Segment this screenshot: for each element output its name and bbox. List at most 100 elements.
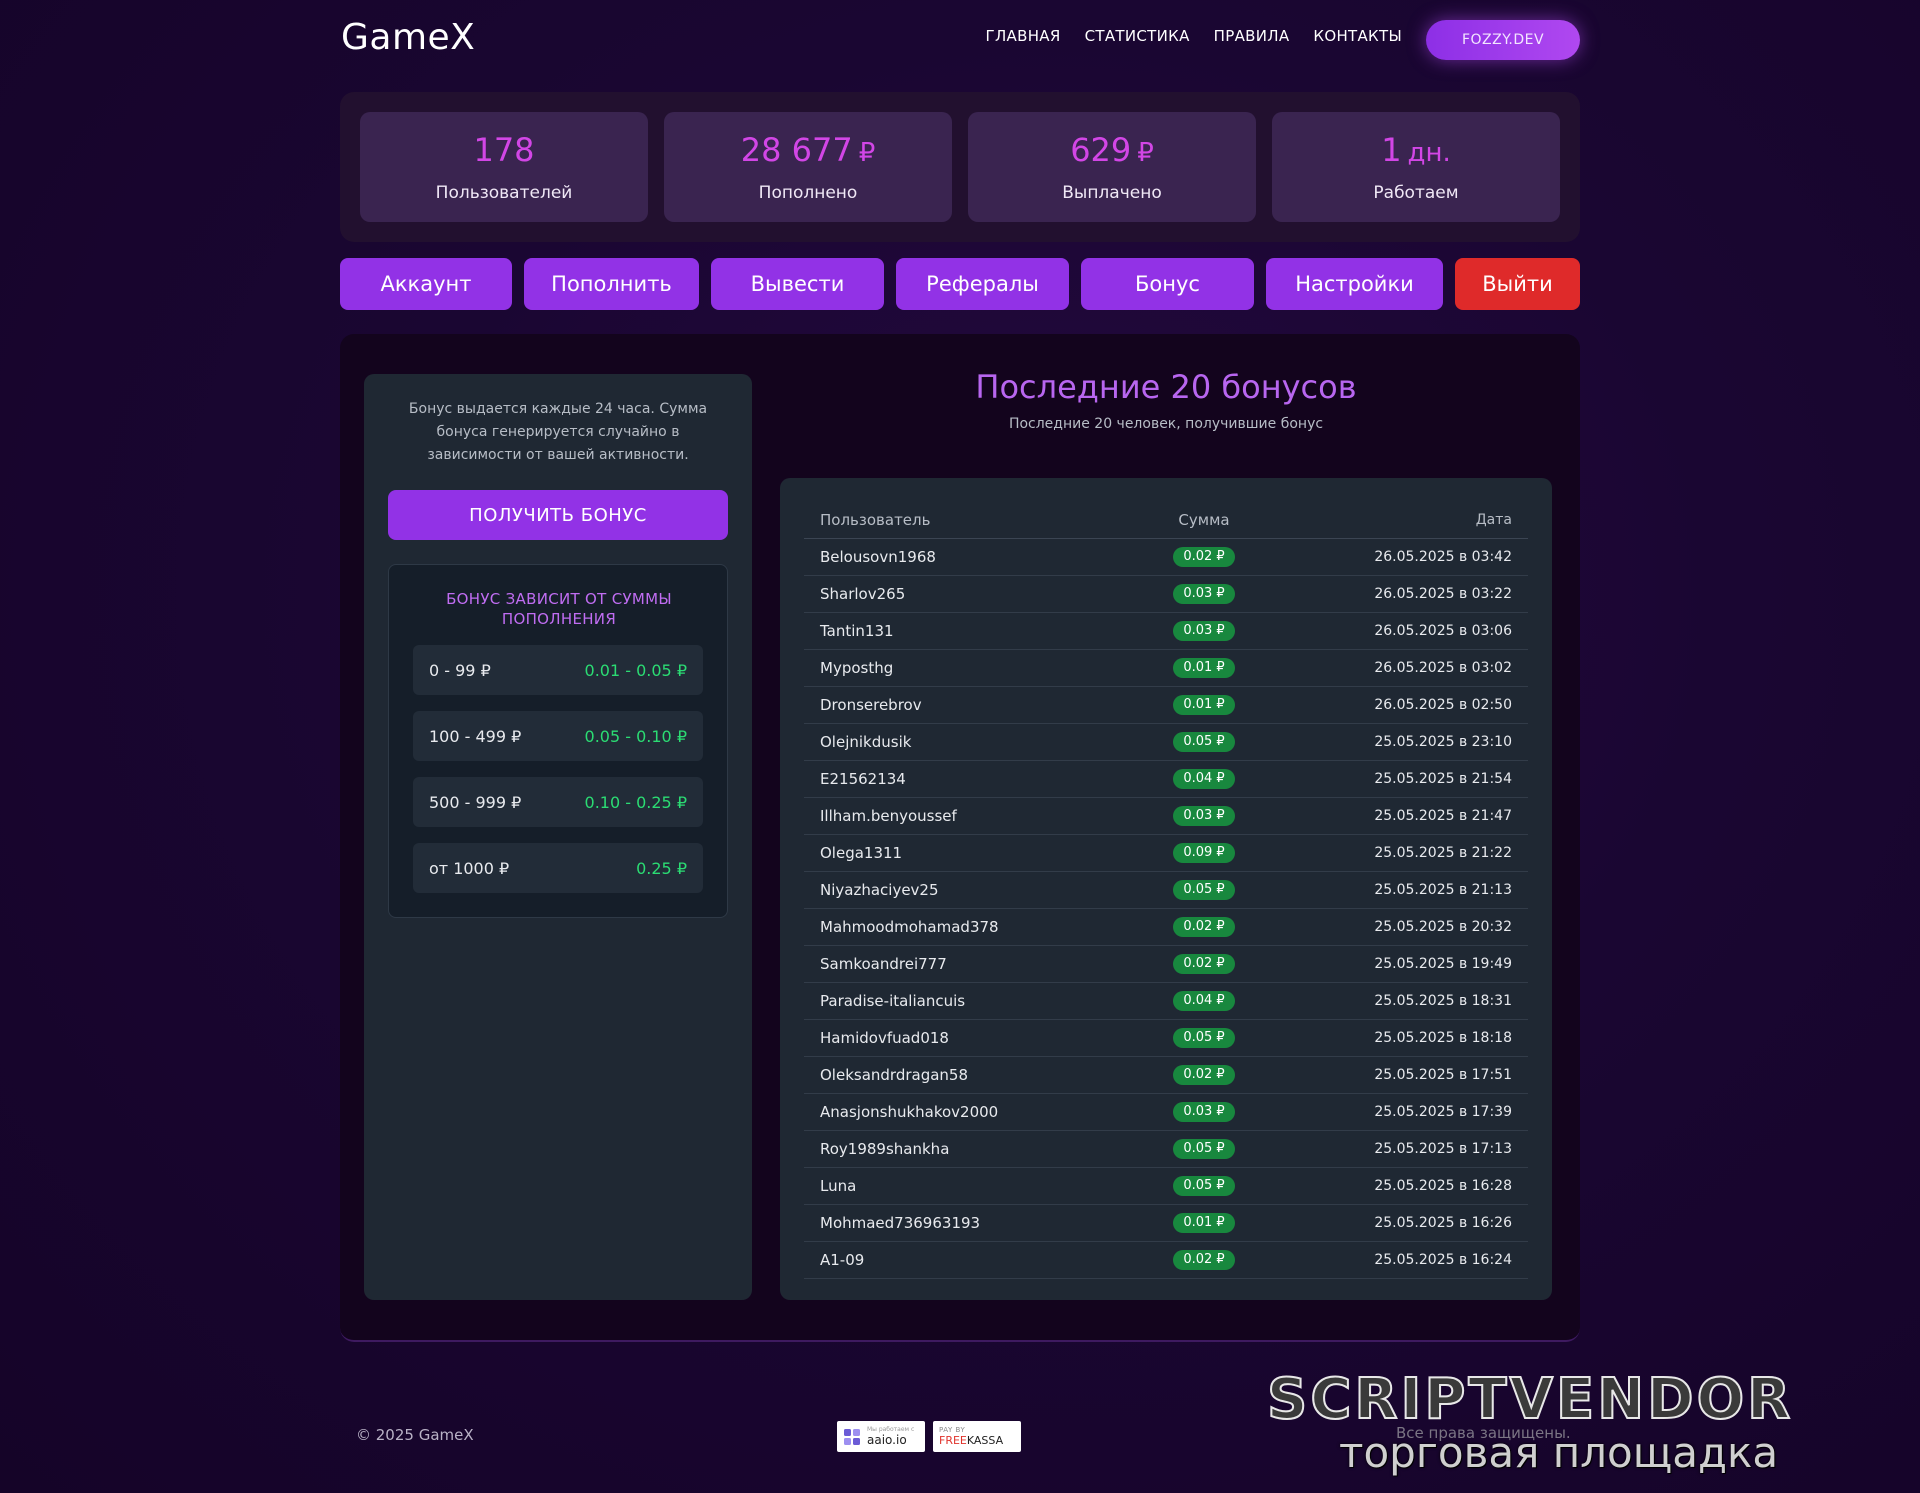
stat-value: 1 дн. <box>1381 131 1451 169</box>
row-date: 25.05.2025 в 17:39 <box>1304 1093 1528 1131</box>
row-date: 25.05.2025 в 16:24 <box>1304 1241 1528 1279</box>
nav-link-rules[interactable]: ПРАВИЛА <box>1214 27 1290 45</box>
nav-link-contacts[interactable]: КОНТАКТЫ <box>1313 27 1402 45</box>
row-date: 25.05.2025 в 21:22 <box>1304 834 1528 872</box>
tier-row: 0 - 99 ₽ 0.01 - 0.05 ₽ <box>413 645 703 695</box>
tier-amount: 0.01 - 0.05 ₽ <box>584 660 687 680</box>
bonus-amount-badge: 0.02 ₽ <box>1173 1065 1235 1085</box>
bonus-amount-badge: 0.03 ₽ <box>1173 584 1235 604</box>
row-date: 25.05.2025 в 16:26 <box>1304 1204 1528 1242</box>
tab-bonus[interactable]: Бонус <box>1081 258 1254 310</box>
logout-button[interactable]: Выйти <box>1455 258 1580 310</box>
table-row: Niyazhaciyev25 0.05 ₽ 25.05.2025 в 21:13 <box>804 871 1528 909</box>
table-row: Mohmaed736963193 0.01 ₽ 25.05.2025 в 16:26 <box>804 1204 1528 1242</box>
table-row: Olejnikdusik 0.05 ₽ 25.05.2025 в 23:10 <box>804 723 1528 761</box>
row-user: Illham.benyoussef <box>804 797 1104 835</box>
table-row: Illham.benyoussef 0.03 ₽ 25.05.2025 в 21:4… <box>804 797 1528 835</box>
tier-range: 500 - 999 ₽ <box>429 792 522 812</box>
row-sum-cell: 0.09 ₽ <box>1104 834 1304 872</box>
bonus-amount-badge: 0.05 ₽ <box>1173 1176 1235 1196</box>
table-row: Dronserebrov 0.01 ₽ 26.05.2025 в 02:50 <box>804 686 1528 724</box>
table-body: Belousovn1968 0.02 ₽26.05.2025 в 03:42 Sha… <box>804 538 1528 1279</box>
tab-referrals[interactable]: Рефералы <box>896 258 1069 310</box>
tab-deposit[interactable]: Пополнить <box>524 258 699 310</box>
table-row: Hamidovfuad018 0.05 ₽ 25.05.2025 в 18:18 <box>804 1019 1528 1057</box>
bonus-amount-badge: 0.02 ₽ <box>1173 547 1235 567</box>
bonus-amount-badge: 0.02 ₽ <box>1173 1250 1235 1270</box>
stat-uptime: 1 дн. Работаем <box>1272 112 1560 222</box>
row-date: 25.05.2025 в 18:18 <box>1304 1019 1528 1057</box>
logo[interactable]: GameX <box>341 17 475 58</box>
row-sum-cell: 0.03 ₽ <box>1104 575 1304 613</box>
aaio-logo-icon <box>844 1428 860 1445</box>
row-sum-cell: 0.02 ₽ <box>1104 1241 1304 1279</box>
row-user: Niyazhaciyev25 <box>804 871 1104 909</box>
bonus-amount-badge: 0.01 ₽ <box>1173 695 1235 715</box>
bonus-amount-badge: 0.03 ₽ <box>1173 806 1235 826</box>
bonus-amount-badge: 0.09 ₽ <box>1173 843 1235 863</box>
freekassa-small-text: PAY BY <box>939 1426 966 1434</box>
row-date: 26.05.2025 в 03:02 <box>1304 649 1528 687</box>
page-container: GameX ГЛАВНАЯ СТАТИСТИКА ПРАВИЛА КОНТАКТ… <box>340 0 1580 1342</box>
stat-value: 178 <box>473 131 535 169</box>
bonus-amount-badge: 0.01 ₽ <box>1173 658 1235 678</box>
row-user: A1-09 <box>804 1241 1104 1279</box>
stat-unit: дн. <box>1407 138 1451 168</box>
aaio-badge[interactable]: Мы работаем с aaio.io <box>837 1421 925 1452</box>
row-user: Mahmoodmohamad378 <box>804 908 1104 946</box>
column-header-sum: Сумма <box>1104 502 1304 539</box>
stat-value: 28 677 ₽ <box>740 131 876 169</box>
stat-deposited: 28 677 ₽ Пополнено <box>664 112 952 222</box>
stat-paid-out: 629 ₽ Выплачено <box>968 112 1256 222</box>
table-row: Belousovn1968 0.02 ₽ 26.05.2025 в 03:42 <box>804 538 1528 576</box>
bonus-description: Бонус выдается каждые 24 часа. Сумма бон… <box>408 401 708 463</box>
table-row: Sharlov265 0.03 ₽ 26.05.2025 в 03:22 <box>804 575 1528 613</box>
row-user: Sharlov265 <box>804 575 1104 613</box>
row-sum-cell: 0.05 ₽ <box>1104 1130 1304 1168</box>
row-user: Roy1989shankha <box>804 1130 1104 1168</box>
tab-account[interactable]: Аккаунт <box>340 258 512 310</box>
bonus-amount-badge: 0.03 ₽ <box>1173 1102 1235 1122</box>
recent-bonuses-card: Пользователь Сумма Дата Belousovn1968 0.0… <box>780 478 1552 1300</box>
row-date: 25.05.2025 в 20:32 <box>1304 908 1528 946</box>
table-row: Tantin131 0.03 ₽ 26.05.2025 в 03:06 <box>804 612 1528 650</box>
table-row: Samkoandrei777 0.02 ₽ 25.05.2025 в 19:49 <box>804 945 1528 983</box>
nav-link-stats[interactable]: СТАТИСТИКА <box>1085 27 1190 45</box>
row-sum-cell: 0.04 ₽ <box>1104 982 1304 1020</box>
column-header-date: Дата <box>1304 502 1528 539</box>
section-subtitle: Последние 20 человек, получившие бонус <box>1008 416 1324 432</box>
recent-bonuses-header: Последние 20 бонусов Последние 20 челове… <box>780 368 1552 432</box>
stat-value: 629 ₽ <box>1070 131 1154 169</box>
nav-link-home[interactable]: ГЛАВНАЯ <box>986 27 1061 45</box>
tier-row: 100 - 499 ₽ 0.05 - 0.10 ₽ <box>413 711 703 761</box>
aaio-small-text: Мы работаем с <box>867 1426 915 1433</box>
table-row: A1-09 0.02 ₽ 25.05.2025 в 16:24 <box>804 1241 1528 1279</box>
row-user: Paradise-italiancuis <box>804 982 1104 1020</box>
table-row: Olega1311 0.09 ₽ 25.05.2025 в 21:22 <box>804 834 1528 872</box>
row-user: Olejnikdusik <box>804 723 1104 761</box>
get-bonus-button[interactable]: ПОЛУЧИТЬ БОНУС <box>388 490 728 540</box>
stats-panel: 178 Пользователей 28 677 ₽ Пополнено 629 ₽… <box>340 92 1580 242</box>
tier-row: от 1000 ₽ 0.25 ₽ <box>413 843 703 893</box>
user-account-button[interactable]: FOZZY.DEV <box>1426 20 1580 60</box>
bonus-card: Бонус выдается каждые 24 часа. Сумма бон… <box>364 374 752 1300</box>
bonus-amount-badge: 0.02 ₽ <box>1173 917 1235 937</box>
freekassa-badge[interactable]: PAY BY FREEKASSA <box>933 1421 1021 1452</box>
tab-withdraw[interactable]: Вывести <box>711 258 884 310</box>
tab-settings[interactable]: Настройки <box>1266 258 1443 310</box>
aaio-name: aaio.io <box>867 1433 907 1447</box>
column-header-user: Пользователь <box>804 502 1104 539</box>
table-row: Oleksandrdragan58 0.02 ₽ 25.05.2025 в 17:5… <box>804 1056 1528 1094</box>
bonus-amount-badge: 0.04 ₽ <box>1173 991 1235 1011</box>
tier-amount: 0.10 - 0.25 ₽ <box>584 792 687 812</box>
row-sum-cell: 0.03 ₽ <box>1104 612 1304 650</box>
row-date: 25.05.2025 в 21:13 <box>1304 871 1528 909</box>
footer-copyright: © 2025 GameX <box>356 1426 474 1444</box>
bonus-section: Бонус выдается каждые 24 часа. Сумма бон… <box>340 334 1580 1342</box>
row-date: 25.05.2025 в 17:51 <box>1304 1056 1528 1094</box>
stat-unit: ₽ <box>858 138 876 168</box>
watermark-subtitle: торговая площадка <box>1339 1428 1779 1477</box>
row-sum-cell: 0.01 ₽ <box>1104 1204 1304 1242</box>
stat-unit: ₽ <box>1137 138 1154 168</box>
row-user: Tantin131 <box>804 612 1104 650</box>
